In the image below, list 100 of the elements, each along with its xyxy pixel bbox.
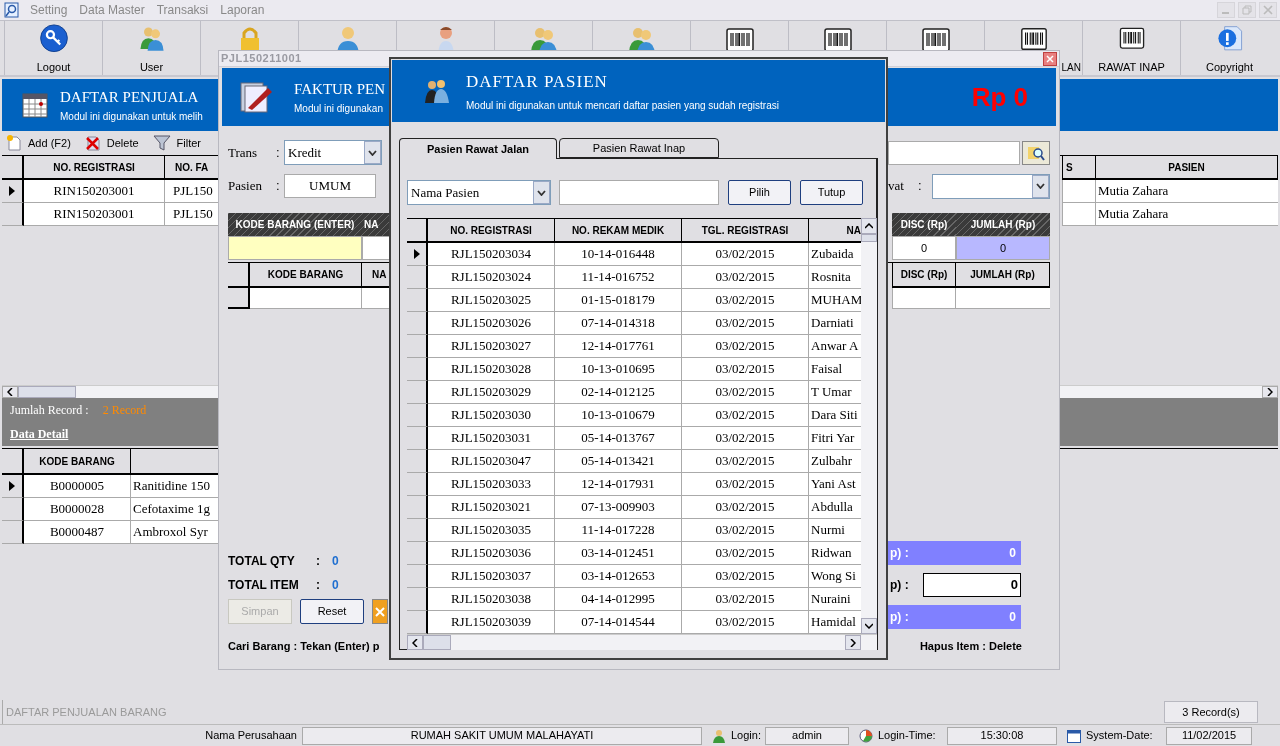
table-cell: Dara Siti	[809, 404, 861, 427]
invoice-title: FAKTUR PEN	[294, 80, 385, 100]
dropdown-button[interactable]	[533, 181, 550, 204]
status-label: Login:	[731, 728, 762, 744]
search-field[interactable]	[888, 140, 1020, 165]
table-cell: Cefotaxime 1g	[131, 498, 218, 521]
chevron-up-icon	[865, 223, 873, 229]
toolbar-action[interactable]: Filter	[152, 134, 202, 152]
table-cell: 03/02/2015	[682, 450, 809, 473]
table-cell: 03/02/2015	[682, 266, 809, 289]
toolbar-button[interactable]: Copyright	[1180, 21, 1278, 75]
invoice-total: Rp 0	[971, 80, 1028, 114]
table-cell: 03/02/2015	[682, 427, 809, 450]
scroll-thumb[interactable]	[861, 234, 877, 242]
chevron-down-icon	[865, 623, 873, 629]
chevron-right-icon	[1267, 388, 1273, 396]
horizontal-scrollbar[interactable]	[407, 634, 877, 650]
chevron-down-icon	[1036, 183, 1045, 189]
table-cell: 11-14-016752	[555, 266, 682, 289]
search-by-dropdown[interactable]: Nama Pasien	[407, 180, 551, 205]
total-separator: :	[316, 553, 321, 570]
table-cell: Fitri Yar	[809, 427, 861, 450]
data-detail-link[interactable]: Data Detail	[10, 425, 69, 443]
dialog-subtitle: Modul ini digunakan untuk mencari daftar pasien yang sudah registrasi	[466, 99, 779, 114]
calendar-icon	[1067, 728, 1081, 743]
table-cell	[1062, 180, 1096, 203]
tab[interactable]: Pasien Rawat Jalan	[399, 138, 557, 159]
table-cell: RIN150203001	[24, 180, 165, 203]
dropdown-button[interactable]	[1032, 174, 1049, 198]
dialog-button[interactable]: Tutup	[800, 180, 863, 205]
table-cell: Faisal	[809, 358, 861, 381]
toolbar-button[interactable]: User	[102, 21, 200, 75]
scroll-left-button[interactable]	[407, 635, 423, 650]
table-cell: Nuraini	[809, 588, 861, 611]
field-separator: :	[276, 177, 281, 196]
toolbar-button[interactable]: RAWAT INAP	[1082, 21, 1180, 75]
table-cell: RIN150203001	[24, 203, 165, 226]
tab[interactable]: Pasien Rawat Inap	[559, 138, 719, 158]
table-cell: RJL150203047	[428, 450, 555, 473]
table-cell: 07-13-009903	[555, 496, 682, 519]
table-cell: 12-14-017761	[555, 335, 682, 358]
scroll-thumb[interactable]	[423, 635, 451, 650]
transaction-type-dropdown[interactable]: Kredit	[284, 140, 382, 165]
table-cell: RJL150203031	[428, 427, 555, 450]
record-count-button[interactable]: 3 Record(s)	[1164, 701, 1258, 723]
status-field: admin	[765, 726, 849, 745]
close-button[interactable]	[1043, 51, 1057, 66]
status-field: 11/02/2015	[1166, 726, 1252, 745]
record-count: 2 Record	[102, 402, 147, 419]
scroll-right-button[interactable]	[1262, 386, 1278, 398]
column-header: KODE BARANG (ENTER)	[228, 213, 362, 236]
table-cell: RJL150203034	[428, 243, 555, 266]
summary-input[interactable]: 0	[923, 573, 1021, 597]
toolbar-action[interactable]: Add (F2)	[6, 134, 71, 152]
scroll-left-button[interactable]	[2, 386, 18, 398]
table-cell: Anwar A	[809, 335, 861, 358]
summary-value: 0	[1009, 609, 1017, 626]
search-button[interactable]	[1022, 140, 1050, 165]
scroll-right-button[interactable]	[845, 635, 861, 650]
table-cell: RJL150203030	[428, 404, 555, 427]
table-cell: 03/02/2015	[682, 565, 809, 588]
table-cell: 03/02/2015	[682, 381, 809, 404]
invoice-subtitle: Modul ini digunakan	[294, 101, 384, 116]
app-logo-icon	[4, 2, 20, 18]
scroll-down-button[interactable]	[861, 618, 877, 634]
cancel-button[interactable]	[372, 599, 388, 624]
dialog-button[interactable]: Pilih	[728, 180, 791, 205]
amount-input[interactable]: 0	[956, 236, 1050, 260]
table-cell: T Umar	[809, 381, 861, 404]
table-cell: Darniati	[809, 312, 861, 335]
dropdown-button[interactable]	[364, 141, 381, 164]
scroll-thumb[interactable]	[18, 386, 76, 398]
table-cell: 03/02/2015	[682, 243, 809, 266]
form-button[interactable]: Reset	[300, 599, 364, 624]
vertical-scrollbar[interactable]	[861, 218, 877, 634]
table-cell: Abdulla	[809, 496, 861, 519]
table-cell: 03/02/2015	[682, 496, 809, 519]
field-label: Pasien	[228, 177, 263, 196]
table-cell: Zulbahr	[809, 450, 861, 473]
chevron-right-icon	[850, 638, 856, 647]
table-cell: 03/02/2015	[682, 289, 809, 312]
toolbar-action[interactable]: Delete	[84, 134, 139, 152]
patient-field[interactable]: UMUM	[284, 174, 376, 198]
discount-input[interactable]: 0	[892, 236, 956, 260]
summary-label: p) :	[890, 545, 909, 562]
total-value: 0	[332, 577, 339, 594]
search-field[interactable]	[559, 180, 719, 205]
toolbar-button[interactable]: Logout	[4, 21, 102, 75]
table-cell: 07-14-014544	[555, 611, 682, 634]
table-cell: RJL150203029	[428, 381, 555, 404]
scroll-up-button[interactable]	[861, 218, 877, 234]
table-cell: Ranitidine 150	[131, 475, 218, 498]
status-field: 15:30:08	[947, 726, 1057, 745]
user-icon	[712, 728, 726, 743]
table-cell: 07-14-014318	[555, 312, 682, 335]
table-cell: 05-14-013767	[555, 427, 682, 450]
item-code-input[interactable]	[228, 236, 362, 260]
status-field: RUMAH SAKIT UMUM MALAHAYATI	[302, 726, 702, 745]
chevron-left-icon	[412, 638, 418, 647]
table-cell: Hamidal	[809, 611, 861, 634]
